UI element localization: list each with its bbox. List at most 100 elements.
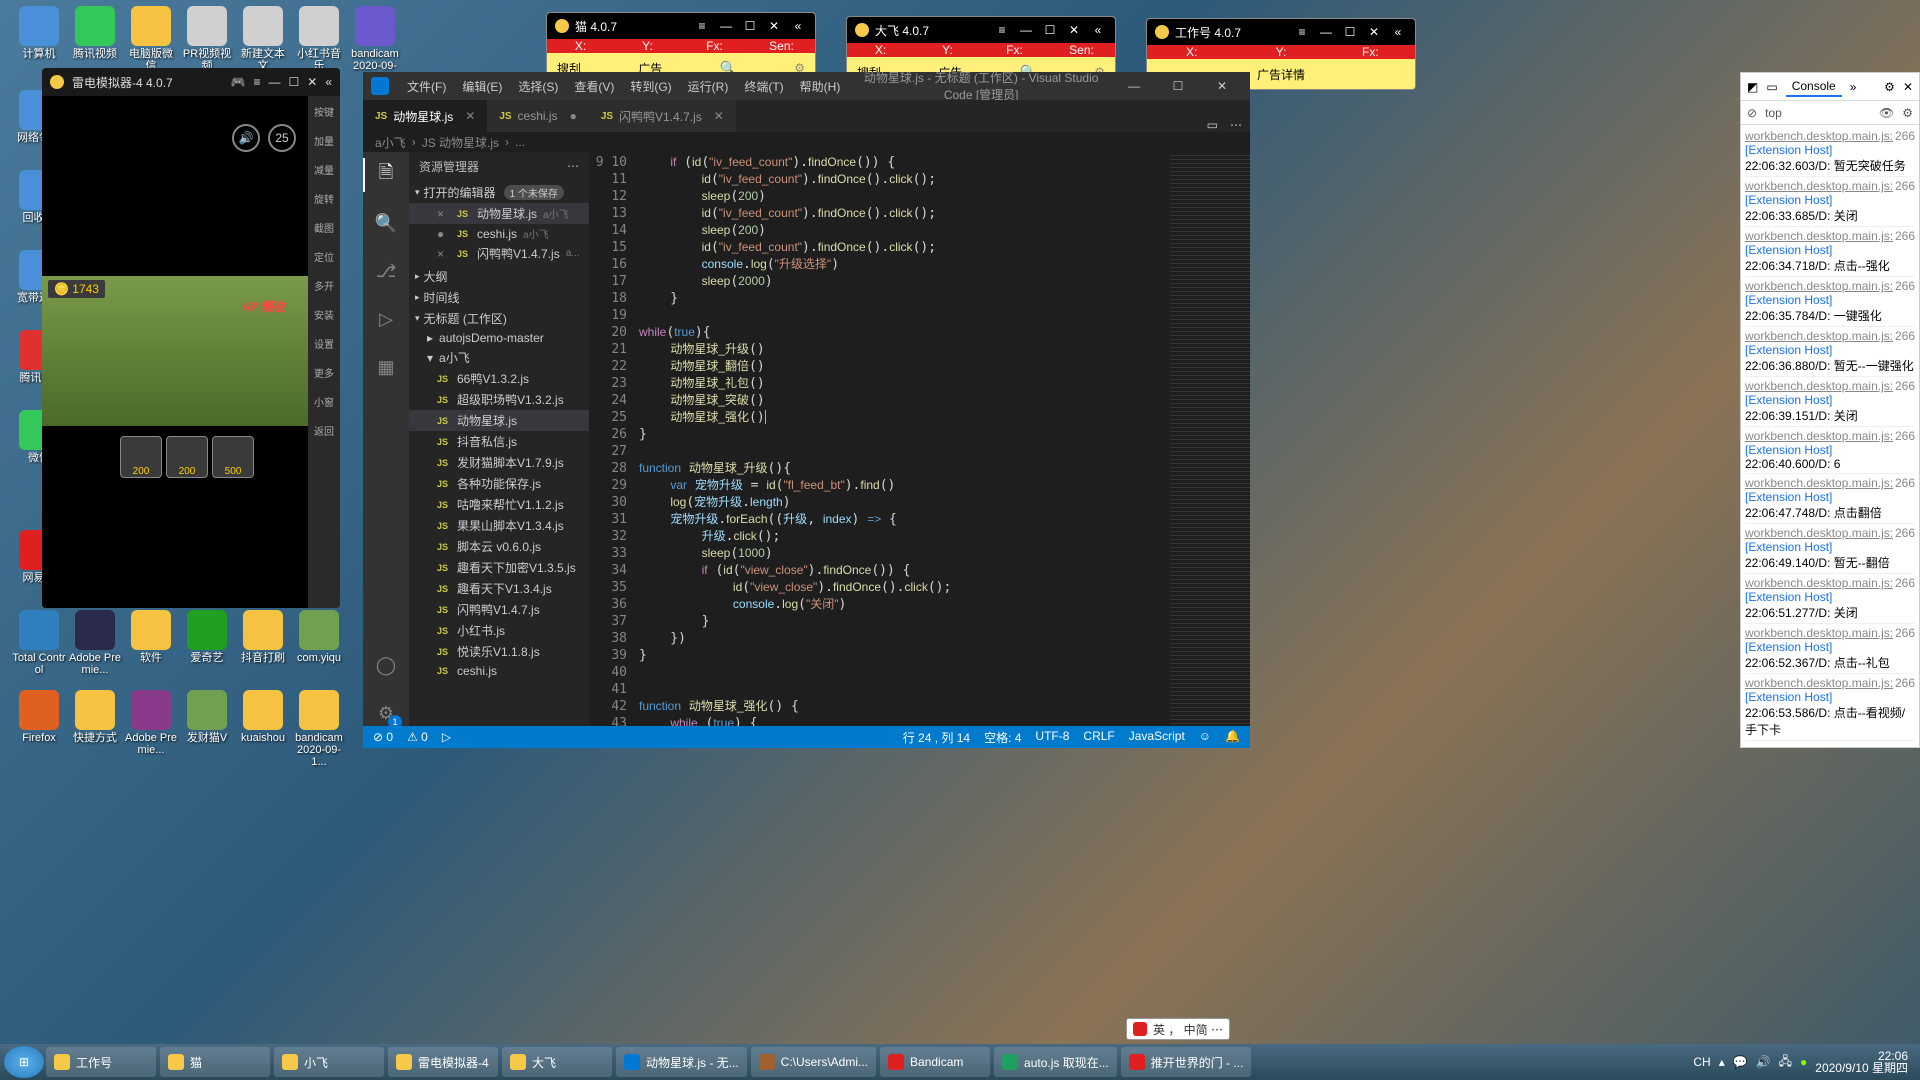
file-item[interactable]: JS抖音私信.js <box>409 431 589 452</box>
emulator-screen[interactable]: 🔊 25 🪙 1743 AP 爆破 200 200 500 <box>42 96 308 608</box>
titlebar[interactable]: 大飞 4.0.7 ≡ — ☐ ✕ « <box>847 17 1115 43</box>
maximize-icon[interactable]: ☐ <box>1158 79 1198 93</box>
emu-tool[interactable]: 旋转 <box>314 191 334 206</box>
play-icon[interactable]: ▷ <box>442 730 451 744</box>
close-icon[interactable]: ✕ <box>307 75 317 89</box>
desktop-icon[interactable]: kuaishou <box>236 690 290 744</box>
split-icon[interactable]: ▭ <box>1207 118 1218 132</box>
outline-header[interactable]: ▸大纲 <box>409 266 589 287</box>
menu-item[interactable]: 运行(R) <box>680 78 737 95</box>
desktop-icon[interactable]: 软件 <box>124 610 178 664</box>
explorer-icon[interactable]: 🗎 <box>373 162 399 188</box>
lang-indicator[interactable]: CH <box>1693 1055 1710 1069</box>
file-item[interactable]: JS趣看天下V1.3.4.js <box>409 578 589 599</box>
console-log[interactable]: workbench.desktop.main.js:266[Extension … <box>1741 125 1919 747</box>
vscode-window[interactable]: 文件(F)编辑(E)选择(S)查看(V)转到(G)运行(R)终端(T)帮助(H)… <box>363 72 1250 748</box>
maximize-icon[interactable]: ☐ <box>1041 23 1059 37</box>
game-btn-1[interactable]: 200 <box>120 436 162 478</box>
devtools-panel[interactable]: ◩ ▭ Console » ⚙ ✕ ⊘ top 👁 ⚙ workbench.de… <box>1740 72 1920 748</box>
minimap[interactable] <box>1170 152 1250 726</box>
file-item[interactable]: JS脚本云 v0.6.0.js <box>409 536 589 557</box>
open-file-item[interactable]: ×JS动物星球.js a小飞 <box>409 203 589 224</box>
file-item[interactable]: JS悦读乐V1.1.8.js <box>409 641 589 662</box>
emu-tool[interactable]: 截图 <box>314 220 334 235</box>
source-control-icon[interactable]: ⎇ <box>373 258 399 284</box>
emu-tool[interactable]: 按键 <box>314 104 334 119</box>
system-tray[interactable]: CH ▴ 💬 🔊 🖧 ● 22:06 2020/9/10 星期四 <box>1693 1050 1916 1074</box>
file-item[interactable]: JS超级职场鸭V1.3.2.js <box>409 389 589 410</box>
gamepad-icon[interactable]: 🎮 <box>231 75 246 89</box>
feedback-icon[interactable]: ☺ <box>1199 729 1211 746</box>
desktop-icon[interactable]: PR视频视频 <box>180 6 234 72</box>
menu-item[interactable]: 选择(S) <box>510 78 566 95</box>
desktop-icon[interactable]: 计算机 <box>12 6 66 60</box>
file-item[interactable]: JS各种功能保存.js <box>409 473 589 494</box>
ime-bar[interactable]: 英 ， 中简 ⋯ <box>1126 1018 1230 1040</box>
crumb[interactable]: ... <box>515 135 525 149</box>
collapse-icon[interactable]: « <box>1389 25 1407 39</box>
taskbar-item[interactable]: 大飞 <box>502 1047 612 1077</box>
clock[interactable]: 22:06 2020/9/10 星期四 <box>1815 1050 1908 1074</box>
settings-icon[interactable]: ⚙1 <box>373 700 399 726</box>
desktop-icon[interactable]: 抖音打刷 <box>236 610 290 664</box>
emu-tool[interactable]: 多开 <box>314 278 334 293</box>
timeline-header[interactable]: ▸时间线 <box>409 287 589 308</box>
emu-tool[interactable]: 小窗 <box>314 394 334 409</box>
editor-tab[interactable]: JSceshi.js ● <box>487 100 589 132</box>
crumb[interactable]: JS 动物星球.js <box>422 134 499 151</box>
warnings[interactable]: ⚠ 0 <box>407 730 428 744</box>
debug-icon[interactable]: ▷ <box>373 306 399 332</box>
desktop-icon[interactable]: 电脑版微信 <box>124 6 178 72</box>
scope-select[interactable]: top <box>1765 106 1782 120</box>
emu-tool[interactable]: 更多 <box>314 365 334 380</box>
close-icon[interactable]: ✕ <box>765 19 783 33</box>
desktop-icon[interactable]: 爱奇艺 <box>180 610 234 664</box>
close-icon[interactable]: ✕ <box>1365 25 1383 39</box>
more-icon[interactable]: ⋯ <box>567 159 579 173</box>
settings-icon[interactable]: ⚙ <box>1884 80 1895 94</box>
menu-item[interactable]: 帮助(H) <box>792 78 849 95</box>
menu-item[interactable]: 编辑(E) <box>454 78 510 95</box>
maximize-icon[interactable]: ☐ <box>1341 25 1359 39</box>
battery-icon[interactable]: ● <box>1800 1055 1807 1069</box>
file-item[interactable]: JS动物星球.js <box>409 410 589 431</box>
errors[interactable]: ⊘ 0 <box>373 730 393 744</box>
taskbar-item[interactable]: 推开世界的门 - ... <box>1121 1047 1252 1077</box>
folder-item[interactable]: ▾a小飞 <box>409 347 589 368</box>
minimize-icon[interactable]: — <box>717 19 735 33</box>
taskbar-item[interactable]: 小飞 <box>274 1047 384 1077</box>
desktop-icon[interactable]: com.yiqu <box>292 610 346 664</box>
breadcrumb[interactable]: a小飞 › JS 动物星球.js › ... <box>363 132 1250 152</box>
console-tab[interactable]: Console <box>1786 77 1842 97</box>
collapse-icon[interactable]: « <box>789 19 807 33</box>
desktop-icon[interactable]: Total Control <box>12 610 66 676</box>
minimize-icon[interactable]: — <box>1114 79 1154 93</box>
device-icon[interactable]: ▭ <box>1766 80 1777 94</box>
file-item[interactable]: JS果果山脚本V1.3.4.js <box>409 515 589 536</box>
close-icon[interactable]: ✕ <box>1903 80 1913 94</box>
menu-icon[interactable]: ≡ <box>253 75 260 89</box>
file-item[interactable]: JS咕噜来帮忙V1.1.2.js <box>409 494 589 515</box>
tray-up-icon[interactable]: ▴ <box>1719 1055 1725 1069</box>
desktop-icon[interactable]: bandicam 2020-09-1... <box>292 690 346 768</box>
taskbar-item[interactable]: 猫 <box>160 1047 270 1077</box>
menu-item[interactable]: 文件(F) <box>399 78 454 95</box>
taskbar-item[interactable]: Bandicam <box>880 1047 990 1077</box>
collapse-icon[interactable]: « <box>325 75 332 89</box>
folder-item[interactable]: ▸autojsDemo-master <box>409 329 589 347</box>
emu-tool[interactable]: 定位 <box>314 249 334 264</box>
file-item[interactable]: JS闪鸭鸭V1.4.7.js <box>409 599 589 620</box>
titlebar[interactable]: 工作号 4.0.7 ≡ — ☐ ✕ « <box>1147 19 1415 45</box>
indent[interactable]: 空格: 4 <box>984 729 1021 746</box>
code-editor[interactable]: 9 10 11 12 13 14 15 16 17 18 19 20 21 22… <box>589 152 1250 726</box>
file-item[interactable]: JSceshi.js <box>409 662 589 680</box>
file-item[interactable]: JS发财猫脚本V1.7.9.js <box>409 452 589 473</box>
game-btn-3[interactable]: 500 <box>212 436 254 478</box>
volume-icon[interactable]: 🔊 <box>232 124 260 152</box>
notifications-icon[interactable]: 🔔 <box>1225 729 1240 746</box>
game-btn-2[interactable]: 200 <box>166 436 208 478</box>
collapse-icon[interactable]: « <box>1089 23 1107 37</box>
desktop-icon[interactable]: Firefox <box>12 690 66 744</box>
crumb[interactable]: a小飞 <box>375 134 406 151</box>
file-item[interactable]: JS小红书.js <box>409 620 589 641</box>
